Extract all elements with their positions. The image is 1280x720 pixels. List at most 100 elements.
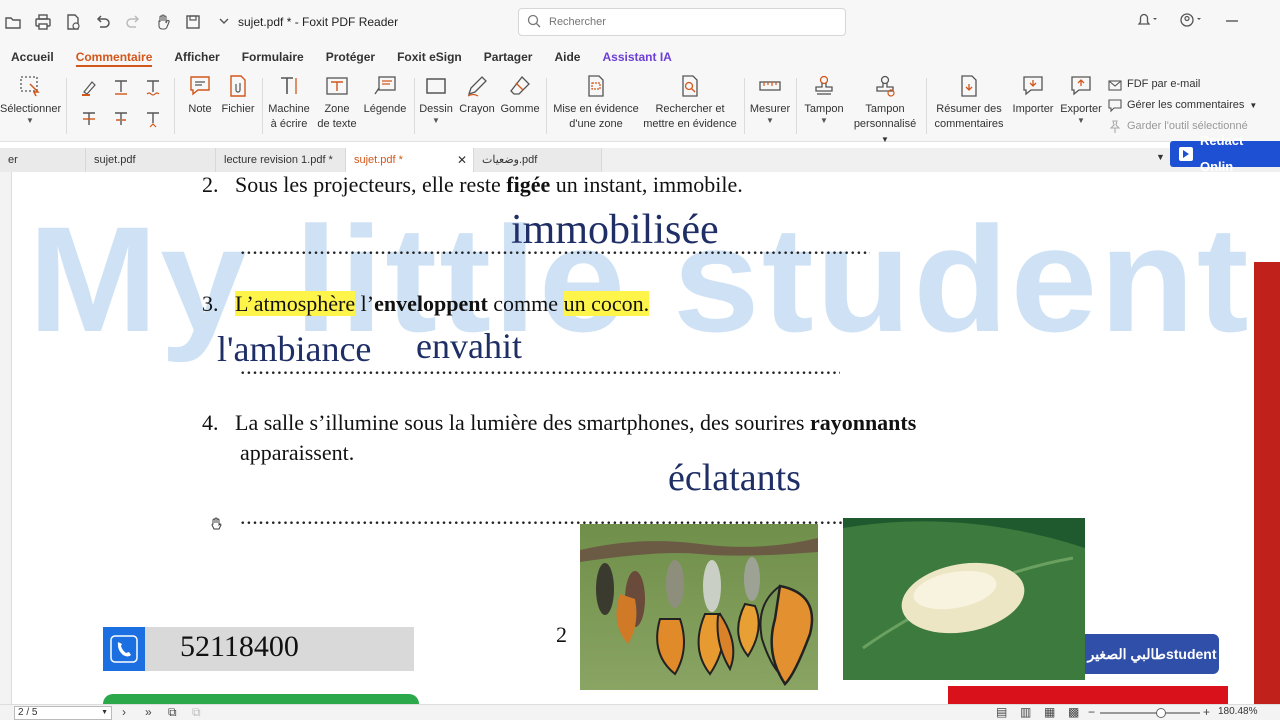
- file-attachment-icon: [230, 75, 246, 97]
- file-attachment-button[interactable]: Fichier: [220, 74, 256, 117]
- pin-icon: [1109, 119, 1121, 133]
- continuous-facing-icon[interactable]: ▩: [1068, 705, 1079, 720]
- underline-text-icon[interactable]: [112, 78, 130, 96]
- fdf-email-button[interactable]: FDF par e-mail: [1108, 74, 1257, 95]
- caret-icon: ▼: [820, 116, 828, 125]
- summarize-comments-button[interactable]: Résumer des commentaires: [932, 74, 1006, 132]
- chevron-down-icon[interactable]: [218, 15, 230, 30]
- strikeout-text-icon[interactable]: [80, 110, 98, 128]
- answer-line-q2: ........................................…: [240, 234, 870, 259]
- print-icon[interactable]: [34, 13, 52, 31]
- zoom-level[interactable]: 180.48%: [1218, 706, 1257, 717]
- measure-button[interactable]: Mesurer ▼: [748, 74, 792, 125]
- divider: [546, 78, 547, 134]
- search-box[interactable]: [518, 8, 846, 36]
- ribbon-toolbar: Sélectionner ▼ Note Fichier Machine à éc…: [0, 70, 1280, 144]
- tab-aide[interactable]: Aide: [543, 44, 591, 70]
- green-decoration-bar: [103, 694, 419, 704]
- doc-tab-4-active[interactable]: sujet.pdf * ✕: [346, 148, 474, 172]
- import-button[interactable]: Importer: [1010, 74, 1056, 117]
- tab-afficher[interactable]: Afficher: [163, 44, 230, 70]
- import-icon: [1023, 76, 1043, 96]
- next-page-icon[interactable]: ›: [122, 705, 126, 720]
- brand-badge: طالبي الصغيرstudent: [1085, 634, 1219, 674]
- last-page-icon[interactable]: »: [145, 705, 152, 720]
- select-button[interactable]: Sélectionner ▼: [0, 74, 61, 125]
- note-button[interactable]: Note: [184, 74, 216, 117]
- minimize-icon[interactable]: [1224, 12, 1240, 31]
- zoom-out-icon[interactable]: −: [1088, 705, 1095, 720]
- replace-text-icon[interactable]: [112, 110, 130, 128]
- manage-comments-icon: [1108, 98, 1122, 112]
- single-page-view-icon[interactable]: ▤: [996, 705, 1007, 720]
- menu-bar: Accueil Commentaire Afficher Formulaire …: [0, 44, 1280, 70]
- callout-button[interactable]: Légende: [362, 74, 408, 117]
- doc-tab-3[interactable]: lecture revision 1.pdf *: [216, 148, 346, 172]
- eraser-button[interactable]: Gomme: [500, 74, 540, 117]
- doc-tab-1[interactable]: er: [0, 148, 86, 172]
- typewriter-button[interactable]: Machine à écrire: [266, 74, 312, 132]
- export-button[interactable]: Exporter ▼: [1058, 74, 1104, 125]
- doc-tab-2[interactable]: sujet.pdf: [86, 148, 216, 172]
- callout-icon: [374, 76, 396, 95]
- caret-icon: ▼: [1077, 116, 1085, 125]
- highlight-icon[interactable]: [80, 78, 98, 96]
- close-tab-icon[interactable]: ✕: [457, 148, 467, 172]
- hand-tool-icon[interactable]: [154, 13, 172, 31]
- open-folder-icon[interactable]: [4, 13, 22, 31]
- tab-formulaire[interactable]: Formulaire: [231, 44, 315, 70]
- custom-stamp-icon: [876, 75, 895, 97]
- divider: [66, 78, 67, 134]
- divider: [744, 78, 745, 134]
- account-icon[interactable]: [1180, 12, 1202, 31]
- custom-stamp-button[interactable]: Tampon personnalisé ▼: [850, 74, 920, 147]
- search-input[interactable]: [549, 16, 839, 28]
- divider: [414, 78, 415, 134]
- redact-icon: [1178, 147, 1193, 161]
- stamp-button[interactable]: Tampon ▼: [800, 74, 848, 125]
- undo-icon[interactable]: [94, 13, 112, 31]
- insert-text-icon[interactable]: [144, 110, 162, 128]
- zoom-in-icon[interactable]: +: [1203, 705, 1210, 720]
- rectangle-icon: [426, 78, 446, 94]
- notification-bell-icon[interactable]: [1136, 12, 1158, 31]
- tab-commentaire[interactable]: Commentaire: [65, 44, 164, 70]
- continuous-view-icon[interactable]: ▥: [1020, 705, 1031, 720]
- search-highlight-icon: [682, 75, 698, 97]
- redo-icon[interactable]: [124, 13, 142, 31]
- textbox-button[interactable]: Zone de texte: [316, 74, 358, 132]
- tab-proteger[interactable]: Protéger: [315, 44, 386, 70]
- squiggly-text-icon[interactable]: [144, 78, 162, 96]
- tab-list-chevron-icon[interactable]: ▼: [1156, 152, 1165, 162]
- question-3: 3. L’atmosphère l’enveloppent comme un c…: [202, 291, 650, 316]
- doc-tab-5[interactable]: وضعيات.pdf: [474, 148, 602, 172]
- area-highlight-button[interactable]: Mise en évidence d'une zone: [552, 74, 640, 132]
- status-bar: 2 / 5 ▼ › » ⧉ ⧉ ▤ ▥ ▦ ▩ − + 180.48%: [0, 704, 1280, 720]
- zoom-slider-track[interactable]: [1100, 712, 1200, 714]
- tab-assistant-ia[interactable]: Assistant IA: [591, 44, 682, 70]
- search-highlight-button[interactable]: Rechercher et mettre en évidence: [640, 74, 740, 132]
- drawing-button[interactable]: Dessin ▼: [418, 74, 454, 125]
- document-view[interactable]: My little student 2. Sous les projecteur…: [0, 172, 1280, 704]
- facing-view-icon[interactable]: ▦: [1044, 705, 1055, 720]
- pencil-button[interactable]: Crayon: [458, 74, 496, 117]
- butterfly-metamorphosis-image: [580, 524, 818, 690]
- save-as-icon[interactable]: [64, 13, 82, 31]
- tab-partager[interactable]: Partager: [473, 44, 544, 70]
- note-icon: [190, 76, 210, 96]
- tab-accueil[interactable]: Accueil: [0, 44, 65, 70]
- page-navigation-input[interactable]: 2 / 5 ▼: [14, 706, 112, 720]
- red-decoration-bar: [948, 686, 1228, 704]
- highlight-atmosphere[interactable]: L’atmosphère: [235, 291, 356, 316]
- zoom-slider-handle[interactable]: [1156, 708, 1166, 718]
- tab-foxit-esign[interactable]: Foxit eSign: [386, 44, 473, 70]
- phone-icon: [103, 627, 145, 671]
- quick-access-toolbar: [0, 13, 202, 31]
- redact-online-button[interactable]: Redact Onlin: [1170, 133, 1280, 174]
- chevron-down-icon: ▼: [101, 709, 108, 716]
- highlight-cocon[interactable]: un cocon.: [563, 291, 650, 316]
- save-icon[interactable]: [184, 13, 202, 31]
- copy-page-icon[interactable]: ⧉: [192, 705, 201, 720]
- rotate-page-icon[interactable]: ⧉: [168, 705, 177, 720]
- manage-comments-button[interactable]: Gérer les commentaires ▼: [1108, 95, 1257, 116]
